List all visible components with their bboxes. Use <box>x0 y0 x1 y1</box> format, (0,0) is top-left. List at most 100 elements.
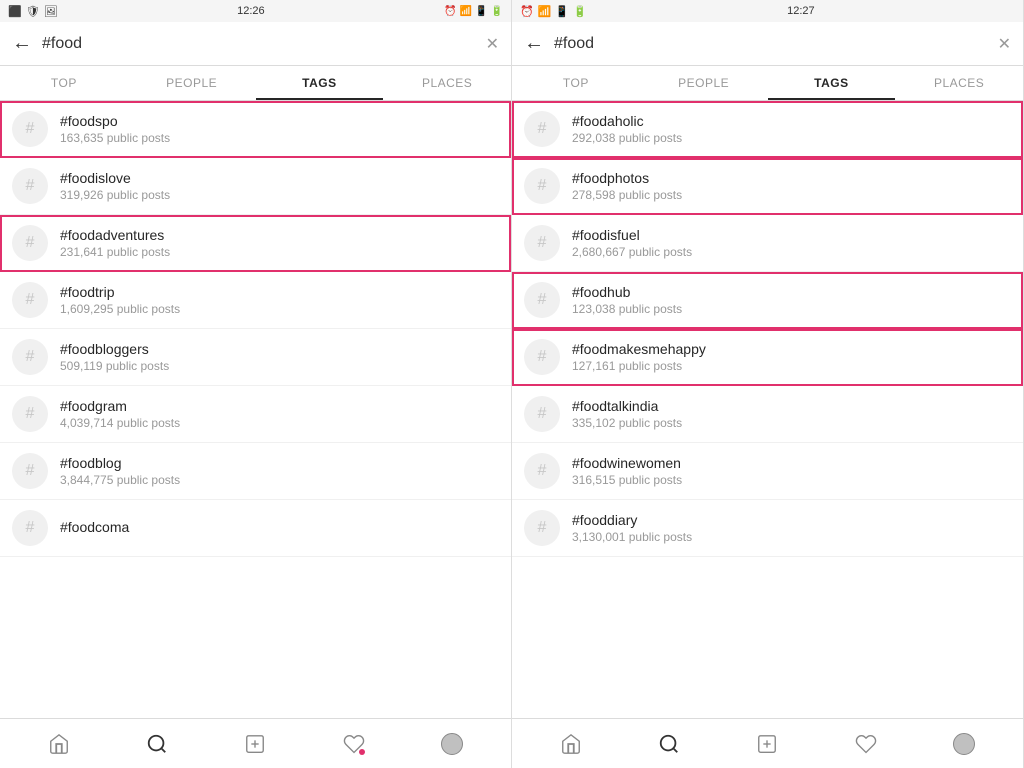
hash-icon-foodbloggers: # <box>12 339 48 375</box>
tag-info-foodaholic: #foodaholic 292,038 public posts <box>572 113 1011 145</box>
tag-count-foodbloggers: 509,119 public posts <box>60 359 499 373</box>
tag-name-foodspo: #foodspo <box>60 113 499 129</box>
tag-item-foodspo[interactable]: # #foodspo 163,635 public posts <box>0 101 511 158</box>
tab-tags-left[interactable]: TAGS <box>256 66 384 100</box>
wifi-icon: 📶 <box>460 6 472 17</box>
tab-top-right[interactable]: TOP <box>512 66 640 100</box>
search-bar-right: ← #food ✕ <box>512 22 1023 66</box>
tag-item-foodblog[interactable]: # #foodblog 3,844,775 public posts <box>0 443 511 500</box>
tag-info-foodhub: #foodhub 123,038 public posts <box>572 284 1011 316</box>
tag-name-foodgram: #foodgram <box>60 398 499 414</box>
tag-item-foodgram[interactable]: # #foodgram 4,039,714 public posts <box>0 386 511 443</box>
tag-info-foodwinewomen: #foodwinewomen 316,515 public posts <box>572 455 1011 487</box>
tag-item-foodaholic[interactable]: # #foodaholic 292,038 public posts <box>512 101 1023 158</box>
tag-item-foodtalkindia[interactable]: # #foodtalkindia 335,102 public posts <box>512 386 1023 443</box>
back-button-right[interactable]: ← <box>524 32 544 55</box>
tag-item-foodisfuel[interactable]: # #foodisfuel 2,680,667 public posts <box>512 215 1023 272</box>
add-nav-icon-left[interactable] <box>242 731 268 757</box>
tag-name-foodphotos: #foodphotos <box>572 170 1011 186</box>
close-button-right[interactable]: ✕ <box>998 34 1011 54</box>
hash-icon-foodgram: # <box>12 396 48 432</box>
tag-info-foodbloggers: #foodbloggers 509,119 public posts <box>60 341 499 373</box>
tag-count-foodhub: 123,038 public posts <box>572 302 1011 316</box>
tag-item-foodphotos[interactable]: # #foodphotos 278,598 public posts <box>512 158 1023 215</box>
hash-icon-foodspo: # <box>12 111 48 147</box>
tab-tags-right[interactable]: TAGS <box>768 66 896 100</box>
heart-nav-icon-right[interactable] <box>853 731 879 757</box>
tag-name-foodisfuel: #foodisfuel <box>572 227 1011 243</box>
close-button-left[interactable]: ✕ <box>486 34 499 54</box>
tag-info-foodadventures: #foodadventures 231,641 public posts <box>60 227 499 259</box>
tag-item-foodcoma[interactable]: # #foodcoma <box>0 500 511 557</box>
tag-count-foodadventures: 231,641 public posts <box>60 245 499 259</box>
tab-people-left[interactable]: PEOPLE <box>128 66 256 100</box>
tag-name-foodwinewomen: #foodwinewomen <box>572 455 1011 471</box>
tag-count-fooddiary: 3,130,001 public posts <box>572 530 1011 544</box>
tag-count-foodblog: 3,844,775 public posts <box>60 473 499 487</box>
profile-nav-icon-right[interactable] <box>951 731 977 757</box>
bottom-nav-right <box>512 718 1023 768</box>
tag-info-foodblog: #foodblog 3,844,775 public posts <box>60 455 499 487</box>
tag-list-right: # #foodaholic 292,038 public posts # #fo… <box>512 101 1023 718</box>
tag-info-foodphotos: #foodphotos 278,598 public posts <box>572 170 1011 202</box>
search-query-right[interactable]: #food <box>554 35 988 53</box>
tag-count-foodtrip: 1,609,295 public posts <box>60 302 499 316</box>
tag-item-foodadventures[interactable]: # #foodadventures 231,641 public posts <box>0 215 511 272</box>
tabs-left: TOP PEOPLE TAGS PLACES <box>0 66 511 101</box>
tag-info-foodspo: #foodspo 163,635 public posts <box>60 113 499 145</box>
signal-icon: 📱 <box>475 6 487 17</box>
home-nav-icon-right[interactable] <box>558 731 584 757</box>
tag-info-foodisfuel: #foodisfuel 2,680,667 public posts <box>572 227 1011 259</box>
tag-name-fooddiary: #fooddiary <box>572 512 1011 528</box>
battery-icon-right: 🔋 <box>573 5 587 18</box>
hash-icon-foodmakesmehappy: # <box>524 339 560 375</box>
home-svg-right <box>560 733 582 755</box>
tag-item-fooddiary[interactable]: # #fooddiary 3,130,001 public posts <box>512 500 1023 557</box>
hash-icon-fooddiary: # <box>524 510 560 546</box>
tag-name-foodblog: #foodblog <box>60 455 499 471</box>
back-button-left[interactable]: ← <box>12 32 32 55</box>
profile-nav-icon-left[interactable] <box>439 731 465 757</box>
hash-icon-foodcoma: # <box>12 510 48 546</box>
tag-count-foodislove: 319,926 public posts <box>60 188 499 202</box>
heart-svg-right <box>855 733 877 755</box>
add-nav-icon-right[interactable] <box>754 731 780 757</box>
hash-icon-foodphotos: # <box>524 168 560 204</box>
tab-top-left[interactable]: TOP <box>0 66 128 100</box>
search-svg-right <box>658 733 680 755</box>
status-time-right: 12:27 <box>787 5 815 17</box>
tag-item-foodhub[interactable]: # #foodhub 123,038 public posts <box>512 272 1023 329</box>
tag-info-foodislove: #foodislove 319,926 public posts <box>60 170 499 202</box>
panel-right: ⏰ 📶 📱 🔋 12:27 ← #food ✕ TOP PEOPLE TAGS … <box>512 0 1024 768</box>
hash-icon-foodisfuel: # <box>524 225 560 261</box>
status-left-icons: ⬛ 🛡 🖼 <box>8 5 58 18</box>
tag-item-foodbloggers[interactable]: # #foodbloggers 509,119 public posts <box>0 329 511 386</box>
avatar-left <box>441 733 463 755</box>
tab-places-right[interactable]: PLACES <box>895 66 1023 100</box>
status-time-left: 12:26 <box>237 5 265 17</box>
search-query-left[interactable]: #food <box>42 35 476 53</box>
search-nav-icon-right[interactable] <box>656 731 682 757</box>
tag-count-foodaholic: 292,038 public posts <box>572 131 1011 145</box>
search-bar-left: ← #food ✕ <box>0 22 511 66</box>
avatar-right <box>953 733 975 755</box>
tab-places-left[interactable]: PLACES <box>383 66 511 100</box>
heart-badge-left <box>359 749 365 755</box>
wifi-icon-right: 📶 <box>538 5 552 18</box>
tag-name-foodadventures: #foodadventures <box>60 227 499 243</box>
search-nav-icon-left[interactable] <box>144 731 170 757</box>
tag-item-foodtrip[interactable]: # #foodtrip 1,609,295 public posts <box>0 272 511 329</box>
tag-count-foodwinewomen: 316,515 public posts <box>572 473 1011 487</box>
heart-nav-icon-left[interactable] <box>341 731 367 757</box>
tag-name-foodbloggers: #foodbloggers <box>60 341 499 357</box>
tag-item-foodislove[interactable]: # #foodislove 319,926 public posts <box>0 158 511 215</box>
hash-icon-foodtrip: # <box>12 282 48 318</box>
tab-people-right[interactable]: PEOPLE <box>640 66 768 100</box>
tag-name-foodtalkindia: #foodtalkindia <box>572 398 1011 414</box>
home-nav-icon-left[interactable] <box>46 731 72 757</box>
tag-name-foodaholic: #foodaholic <box>572 113 1011 129</box>
tag-item-foodwinewomen[interactable]: # #foodwinewomen 316,515 public posts <box>512 443 1023 500</box>
battery-icon: 🔋 <box>491 6 503 17</box>
tag-item-foodmakesmehappy[interactable]: # #foodmakesmehappy 127,161 public posts <box>512 329 1023 386</box>
tag-count-foodgram: 4,039,714 public posts <box>60 416 499 430</box>
